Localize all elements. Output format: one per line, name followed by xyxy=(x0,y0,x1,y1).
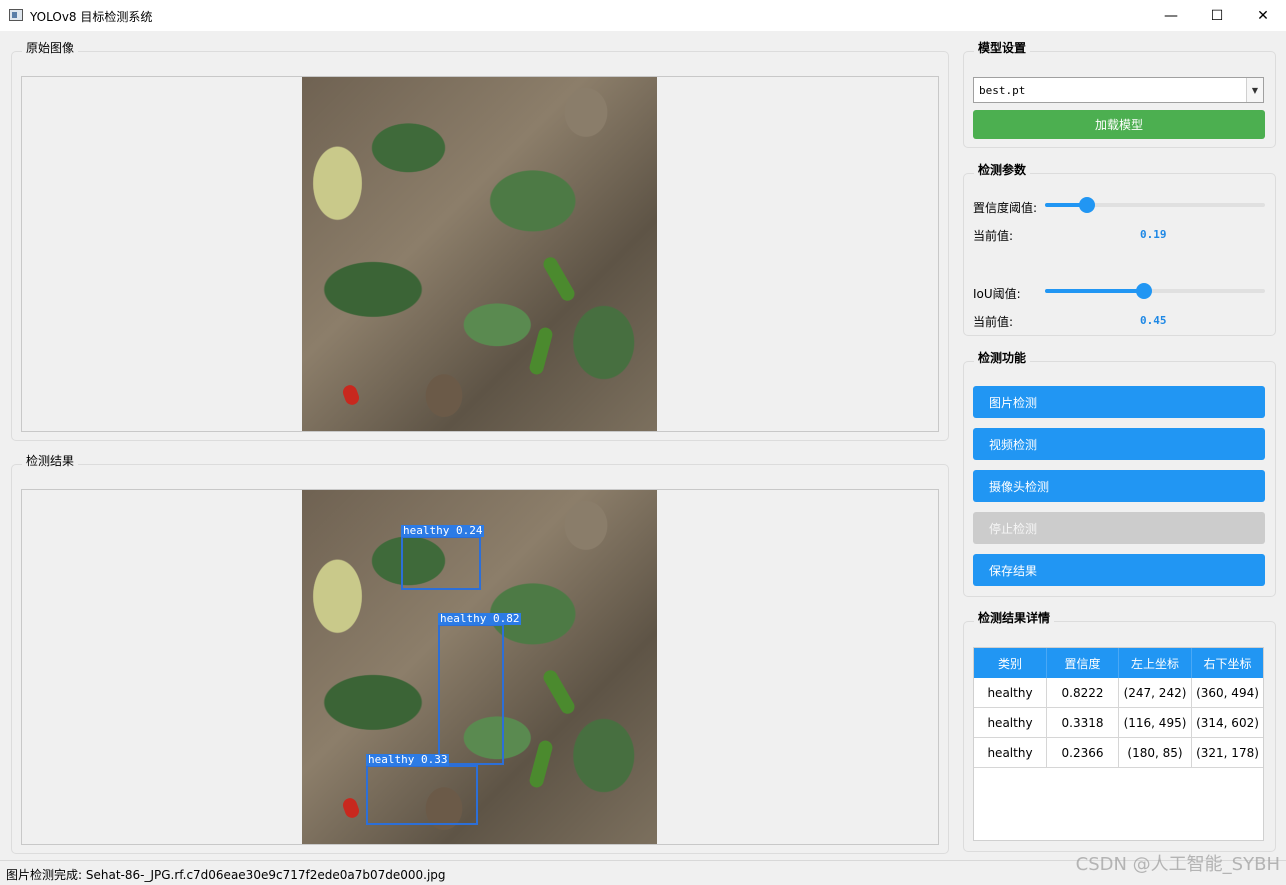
window-title: YOLOv8 目标检测系统 xyxy=(30,10,153,24)
table-cell: (247, 242) xyxy=(1119,678,1192,707)
video-detect-button[interactable]: 视频检测 xyxy=(973,428,1265,460)
column-header[interactable]: 右下坐标 xyxy=(1192,648,1263,678)
detection-box xyxy=(438,624,504,765)
detection-label: healthy 0.24 xyxy=(401,524,485,537)
table-cell: (180, 85) xyxy=(1119,738,1192,767)
table-cell: 0.8222 xyxy=(1047,678,1119,707)
camera-detect-button[interactable]: 摄像头检测 xyxy=(973,470,1265,502)
table-row[interactable]: healthy 0.8222 (247, 242) (360, 494) xyxy=(974,678,1263,708)
model-select-value: best.pt xyxy=(979,84,1026,97)
table-cell: healthy xyxy=(974,738,1047,767)
table-cell: (360, 494) xyxy=(1196,685,1259,700)
result-details-title: 检测结果详情 xyxy=(974,609,1055,626)
detection-functions-title: 检测功能 xyxy=(974,349,1031,366)
title-bar: YOLOv8 目标检测系统 — ☐ ✕ xyxy=(0,0,1286,31)
model-settings-title: 模型设置 xyxy=(974,39,1031,56)
iou-current-label: 当前值: xyxy=(973,315,1014,329)
load-model-button[interactable]: 加载模型 xyxy=(973,110,1265,139)
original-image-title: 原始图像 xyxy=(22,39,79,56)
status-text: 图片检测完成: Sehat-86-_JPG.rf.c7d06eae30e9c71… xyxy=(6,868,446,882)
red-pepper xyxy=(341,796,361,820)
minimize-button[interactable]: — xyxy=(1148,0,1194,31)
green-pepper xyxy=(528,326,554,376)
chevron-down-icon[interactable]: ▼ xyxy=(1246,78,1263,102)
confidence-value: 0.19 xyxy=(1140,228,1167,241)
green-pepper xyxy=(540,667,578,717)
table-row[interactable]: healthy 0.3318 (116, 495) (314, 602) xyxy=(974,708,1263,738)
original-image xyxy=(302,77,657,431)
column-header[interactable]: 左上坐标 xyxy=(1119,648,1192,678)
table-cell: (116, 495) xyxy=(1119,708,1192,737)
model-select[interactable]: best.pt ▼ xyxy=(973,77,1264,103)
confidence-label: 置信度阈值: xyxy=(973,201,1038,215)
watermark: CSDN @人工智能_SYBH xyxy=(1075,854,1280,875)
table-cell: (321, 178) xyxy=(1196,745,1259,760)
table-cell: healthy xyxy=(974,708,1047,737)
iou-slider[interactable] xyxy=(1045,283,1265,299)
green-pepper xyxy=(540,254,578,304)
table-cell: healthy xyxy=(974,678,1047,707)
detection-label: healthy 0.82 xyxy=(438,612,522,625)
result-image-title: 检测结果 xyxy=(22,452,79,469)
detection-params-group xyxy=(963,173,1276,336)
green-pepper xyxy=(528,739,554,789)
confidence-current-label: 当前值: xyxy=(973,229,1014,243)
red-pepper xyxy=(341,383,361,407)
table-row[interactable]: healthy 0.2366 (180, 85) (321, 178) xyxy=(974,738,1263,768)
result-image-frame: healthy 0.24 healthy 0.82 healthy 0.33 xyxy=(21,489,939,845)
app-icon xyxy=(9,9,23,21)
iou-slider-fill xyxy=(1045,289,1144,293)
stop-detect-button[interactable]: 停止检测 xyxy=(973,512,1265,544)
column-header[interactable]: 置信度 xyxy=(1047,648,1119,678)
detection-label: healthy 0.33 xyxy=(366,753,450,766)
detection-params-title: 检测参数 xyxy=(974,161,1031,178)
confidence-slider-handle[interactable] xyxy=(1078,197,1095,213)
maximize-button[interactable]: ☐ xyxy=(1194,0,1240,31)
confidence-slider[interactable] xyxy=(1045,197,1265,213)
table-cell: 0.2366 xyxy=(1047,738,1119,767)
iou-label: IoU阈值: xyxy=(973,287,1021,301)
result-table: 类别 置信度 左上坐标 右下坐标 healthy 0.8222 (247, 24… xyxy=(973,647,1264,841)
result-image: healthy 0.24 healthy 0.82 healthy 0.33 xyxy=(302,490,657,844)
column-header[interactable]: 类别 xyxy=(974,648,1047,678)
iou-value: 0.45 xyxy=(1140,314,1167,327)
detection-box xyxy=(366,765,478,825)
original-image-frame xyxy=(21,76,939,432)
table-cell: (314, 602) xyxy=(1196,715,1259,730)
detection-box xyxy=(401,536,481,590)
save-result-button[interactable]: 保存结果 xyxy=(973,554,1265,586)
table-cell: 0.3318 xyxy=(1047,708,1119,737)
iou-slider-handle[interactable] xyxy=(1136,283,1152,299)
close-button[interactable]: ✕ xyxy=(1240,0,1286,31)
table-header: 类别 置信度 左上坐标 右下坐标 xyxy=(974,648,1263,678)
image-detect-button[interactable]: 图片检测 xyxy=(973,386,1265,418)
